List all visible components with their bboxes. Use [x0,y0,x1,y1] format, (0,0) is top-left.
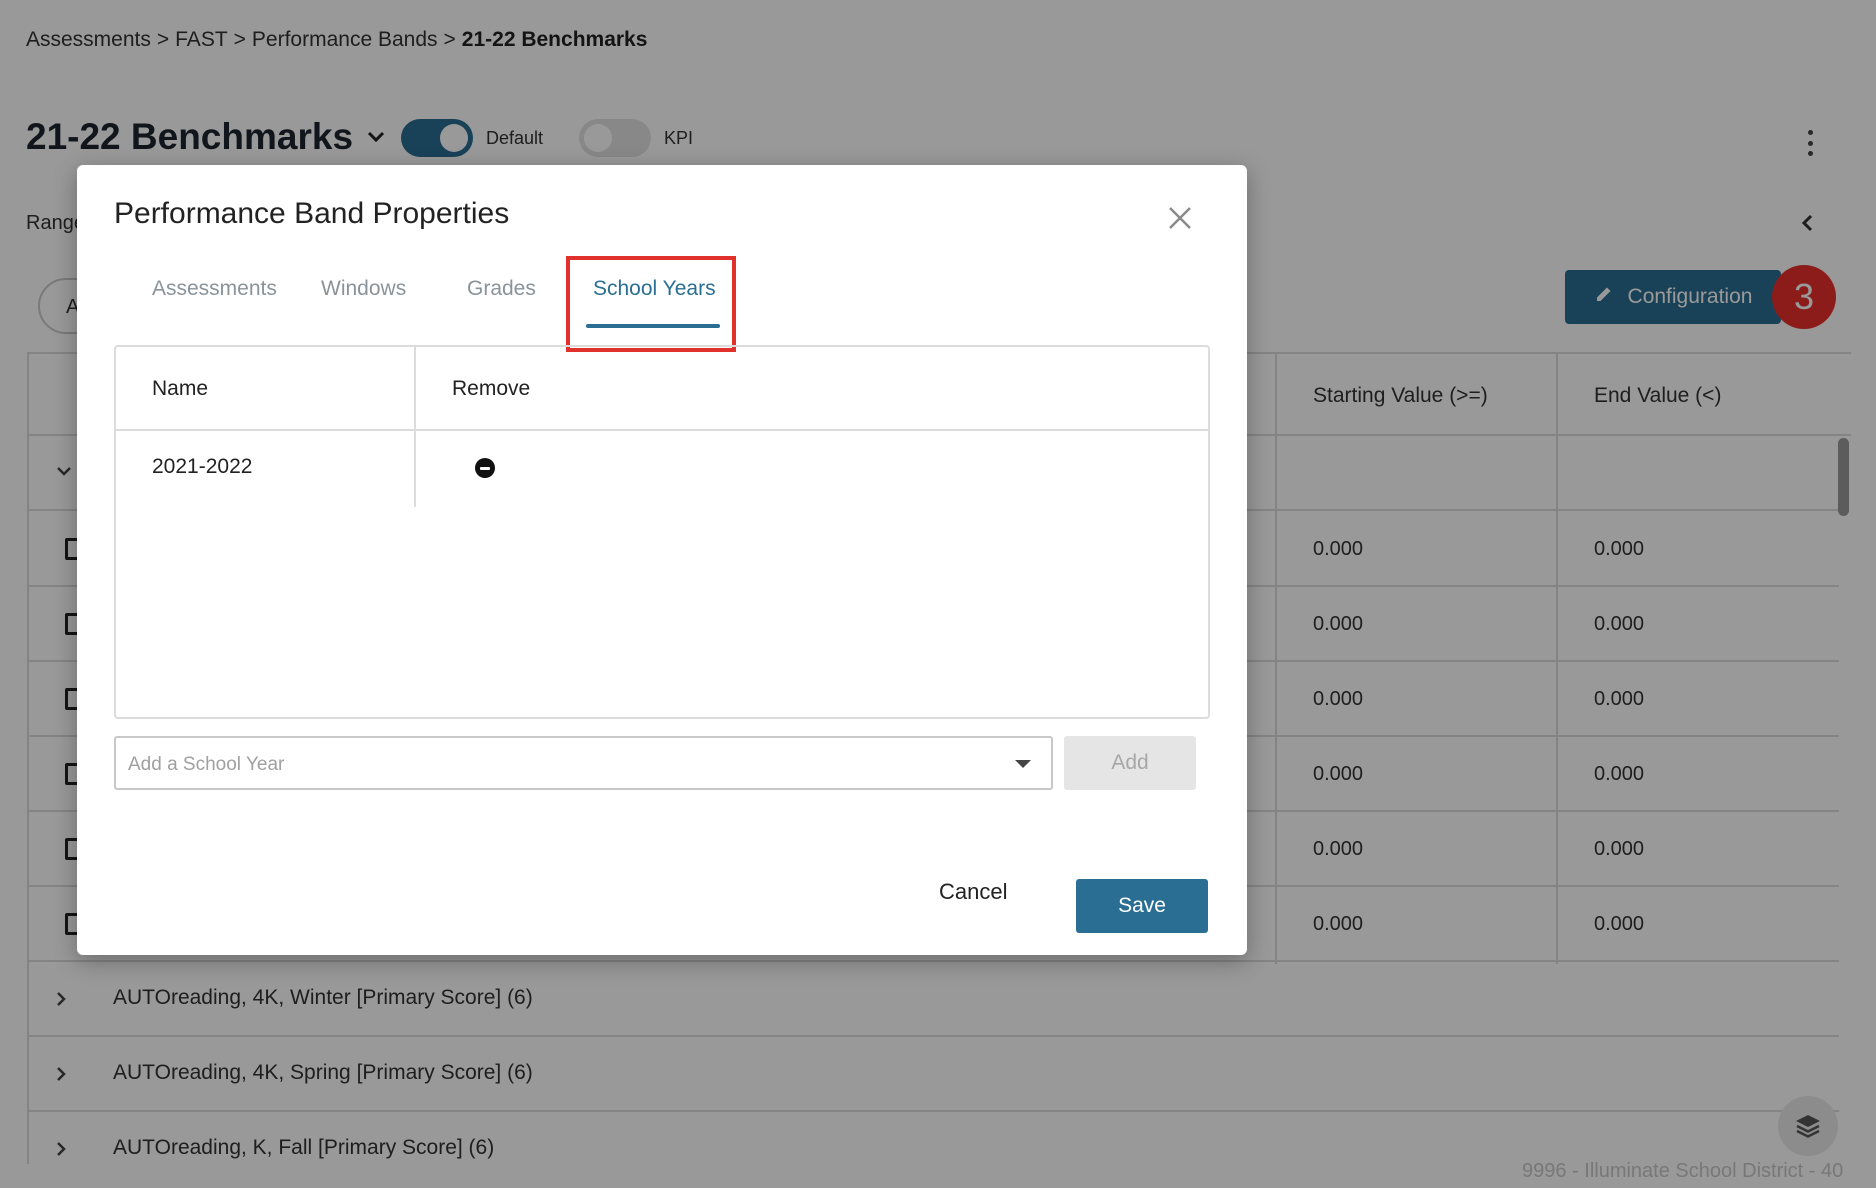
annotation-highlight [566,256,736,352]
cancel-button[interactable]: Cancel [939,879,1007,905]
select-placeholder: Add a School Year [128,754,285,775]
tab-assessments[interactable]: Assessments [152,277,277,301]
tab-windows[interactable]: Windows [321,277,406,301]
table-row: 2021-2022 [116,431,1208,507]
performance-band-properties-dialog: Performance Band Properties Assessments … [77,165,1247,955]
caret-down-icon [1015,760,1031,768]
close-icon[interactable] [1163,201,1197,235]
add-school-year-select[interactable]: Add a School Year [114,736,1053,790]
add-button[interactable]: Add [1064,736,1196,790]
school-years-table: Name Remove 2021-2022 [114,345,1210,719]
dialog-title: Performance Band Properties [114,197,510,230]
remove-icon[interactable] [475,458,495,478]
save-button[interactable]: Save [1076,879,1208,933]
tab-grades[interactable]: Grades [467,277,536,301]
school-year-name: 2021-2022 [152,455,253,478]
column-header-remove: Remove [452,377,531,400]
table-header: Name Remove [116,347,1208,431]
column-header-name: Name [152,377,209,400]
